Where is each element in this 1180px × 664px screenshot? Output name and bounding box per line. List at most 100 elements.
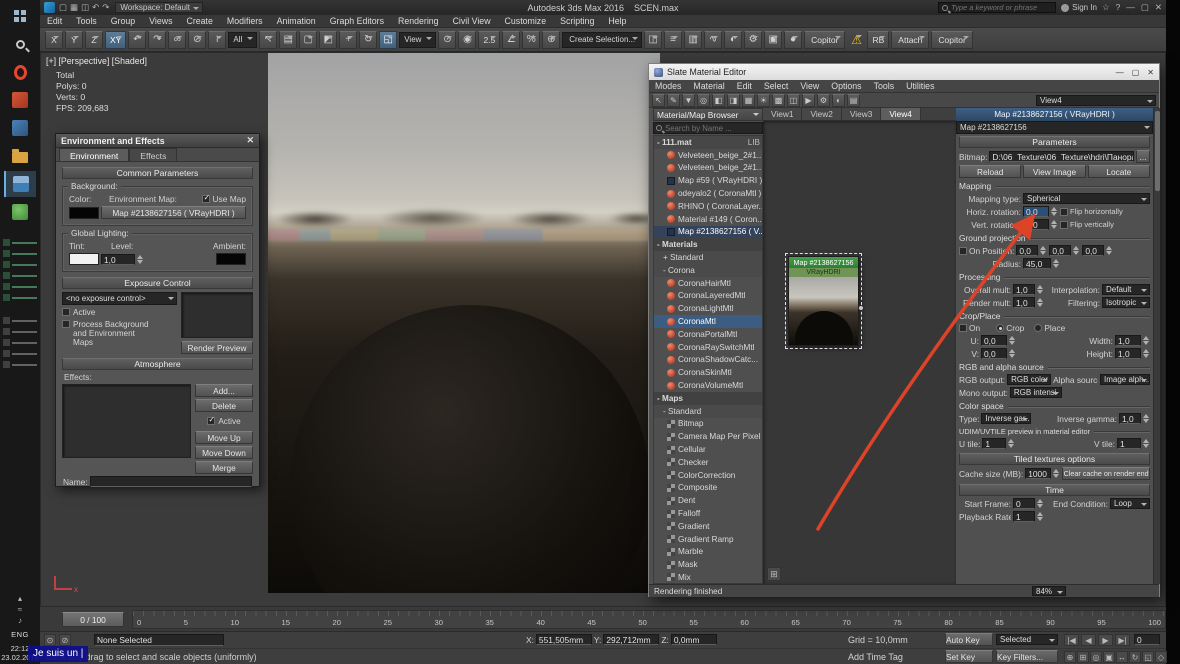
- crop-height-spinner[interactable]: [1143, 348, 1150, 359]
- view-tab[interactable]: View2: [802, 108, 841, 120]
- browser-item[interactable]: Mix: [654, 571, 762, 584]
- reference-coordinate-dropdown[interactable]: View: [399, 32, 436, 48]
- background-color-swatch[interactable]: [69, 207, 99, 219]
- select-and-link-icon[interactable]: ∞: [168, 31, 186, 49]
- use-pivot-center-icon[interactable]: ⊙: [438, 31, 456, 49]
- browser-item[interactable]: odeyalo2 ( CoronaMtl ): [654, 187, 762, 200]
- browser-item[interactable]: CoronaPortalMtl: [654, 328, 762, 341]
- constraint-y-button[interactable]: Y: [65, 31, 83, 49]
- process-background-checkbox[interactable]: [62, 320, 70, 328]
- zoom-all-icon[interactable]: ⊞: [1077, 651, 1089, 663]
- position-x-spinner[interactable]: [1040, 245, 1047, 256]
- u-tile-input[interactable]: 1: [982, 438, 1006, 449]
- tab-effects[interactable]: Effects: [129, 148, 177, 161]
- crop-u-input[interactable]: 0,0: [981, 335, 1007, 346]
- select-and-manipulate-icon[interactable]: ◉: [458, 31, 476, 49]
- named-selection-dropdown[interactable]: Create Selection...: [562, 32, 642, 48]
- material-map-navigator-icon[interactable]: ▤: [847, 94, 860, 107]
- browser-item[interactable]: - Standard: [654, 405, 762, 418]
- select-and-move-icon[interactable]: +: [339, 31, 357, 49]
- key-filters-button[interactable]: Key Filters...: [996, 650, 1058, 663]
- browser-item[interactable]: CoronaSkinMtl: [654, 366, 762, 379]
- pan-tool-icon[interactable]: ⊞: [767, 567, 781, 581]
- warning-icon[interactable]: ⚠: [847, 31, 865, 49]
- u-tile-spinner[interactable]: [1008, 438, 1015, 449]
- mirror-icon[interactable]: ◫: [644, 31, 662, 49]
- inverse-gamma-spinner[interactable]: [1143, 413, 1150, 424]
- rollout-exposure-control[interactable]: Exposure Control: [62, 277, 253, 289]
- show-shaded-icon[interactable]: ◧: [712, 94, 725, 107]
- auto-key-button[interactable]: Auto Key: [945, 633, 993, 646]
- prev-frame-icon[interactable]: ◀: [1081, 634, 1096, 646]
- browser-item[interactable]: Material #149 ( Coron...: [654, 213, 762, 226]
- environment-map-button[interactable]: Map #2138627156 ( VRayHDRI ): [101, 206, 246, 219]
- browser-item[interactable]: Velveteen_beige_2#1...: [654, 162, 762, 175]
- sme-close-icon[interactable]: ✕: [1147, 68, 1154, 77]
- browser-search[interactable]: [653, 122, 763, 134]
- maximize-viewport-icon[interactable]: ◱: [1142, 651, 1154, 663]
- rollout-tiled-textures[interactable]: Tiled textures options: [959, 453, 1150, 465]
- sign-in-button[interactable]: Sign In: [1061, 3, 1097, 12]
- unlink-selection-icon[interactable]: ⊘: [188, 31, 206, 49]
- percent-snap-icon[interactable]: %: [522, 31, 540, 49]
- select-object-icon[interactable]: ↖: [259, 31, 277, 49]
- browser-item[interactable]: - Corona: [654, 264, 762, 277]
- new-scene-icon[interactable]: ▢: [59, 2, 67, 13]
- effect-active-checkbox[interactable]: [207, 417, 215, 425]
- browser-item[interactable]: Gradient: [654, 520, 762, 533]
- window-crossing-icon[interactable]: ◩: [319, 31, 337, 49]
- menu-item[interactable]: Rendering: [391, 16, 446, 26]
- select-and-rotate-icon[interactable]: ↻: [359, 31, 377, 49]
- minimize-window-icon[interactable]: —: [1126, 2, 1135, 13]
- sme-maximize-icon[interactable]: ▢: [1132, 68, 1140, 77]
- go-to-start-icon[interactable]: |◀: [1064, 634, 1079, 646]
- spinner-snap-icon[interactable]: ⊕: [542, 31, 560, 49]
- browser-item[interactable]: ColorCorrection: [654, 469, 762, 482]
- dialog-titlebar[interactable]: Environment and Effects ✕: [56, 134, 259, 148]
- horiz-rotation-input[interactable]: 0,0: [1023, 206, 1049, 217]
- browser-item[interactable]: Map #2138627156 ( V...: [654, 226, 762, 239]
- render-setup-icon[interactable]: ⚙: [744, 31, 762, 49]
- copitor-button[interactable]: Copitor: [804, 31, 845, 49]
- opera-button[interactable]: [4, 59, 36, 85]
- redo-icon[interactable]: ↷: [148, 31, 166, 49]
- locate-button[interactable]: Locate: [1088, 165, 1150, 178]
- sme-menu-item[interactable]: Tools: [868, 81, 901, 91]
- options-icon[interactable]: ⚙: [817, 94, 830, 107]
- selection-region-icon[interactable]: ▢: [299, 31, 317, 49]
- delete-effect-button[interactable]: Delete: [195, 399, 253, 412]
- add-time-tag[interactable]: Add Time Tag: [848, 652, 903, 662]
- explorer-button[interactable]: [4, 143, 36, 169]
- radius-spinner[interactable]: [1053, 258, 1060, 269]
- menu-item[interactable]: Graph Editors: [323, 16, 391, 26]
- playback-rate-input[interactable]: 1: [1013, 511, 1035, 522]
- sme-menu-item[interactable]: Edit: [731, 81, 758, 91]
- rollout-atmosphere[interactable]: Atmosphere: [62, 358, 253, 370]
- mapping-type-dropdown[interactable]: Spherical: [1023, 193, 1150, 204]
- render-preview-button[interactable]: Render Preview: [181, 341, 253, 354]
- menu-item[interactable]: Animation: [270, 16, 323, 26]
- level-spinner[interactable]: [137, 254, 144, 265]
- crop-v-input[interactable]: 0,0: [981, 348, 1007, 359]
- crop-v-spinner[interactable]: [1009, 348, 1016, 359]
- overall-mult-spinner[interactable]: [1037, 284, 1044, 295]
- sample-uv-tiling-icon[interactable]: ▩: [772, 94, 785, 107]
- render-mult-spinner[interactable]: [1037, 297, 1044, 308]
- max-app-button[interactable]: [4, 171, 36, 197]
- move-down-button[interactable]: Move Down: [195, 446, 253, 459]
- network-icon[interactable]: ≈: [18, 605, 22, 614]
- show-realistic-icon[interactable]: ◨: [727, 94, 740, 107]
- vert-rotation-input[interactable]: 0,0: [1023, 219, 1049, 230]
- dolly-icon[interactable]: ◇: [1155, 651, 1167, 663]
- cache-size-spinner[interactable]: [1053, 468, 1060, 479]
- browser-item[interactable]: - Maps: [654, 392, 762, 405]
- material-map-browser-header[interactable]: Material/Map Browser: [653, 108, 763, 121]
- v-tile-spinner[interactable]: [1143, 438, 1150, 449]
- put-to-library-icon[interactable]: ▼: [682, 94, 695, 107]
- curve-editor-icon[interactable]: ∿: [704, 31, 722, 49]
- ambient-color-swatch[interactable]: [216, 253, 246, 265]
- video-color-check-icon[interactable]: ◫: [787, 94, 800, 107]
- clear-cache-button[interactable]: Clear cache on render end: [1062, 467, 1150, 480]
- tint-color-swatch[interactable]: [69, 253, 99, 265]
- copitor2-button[interactable]: Copitor: [931, 31, 972, 49]
